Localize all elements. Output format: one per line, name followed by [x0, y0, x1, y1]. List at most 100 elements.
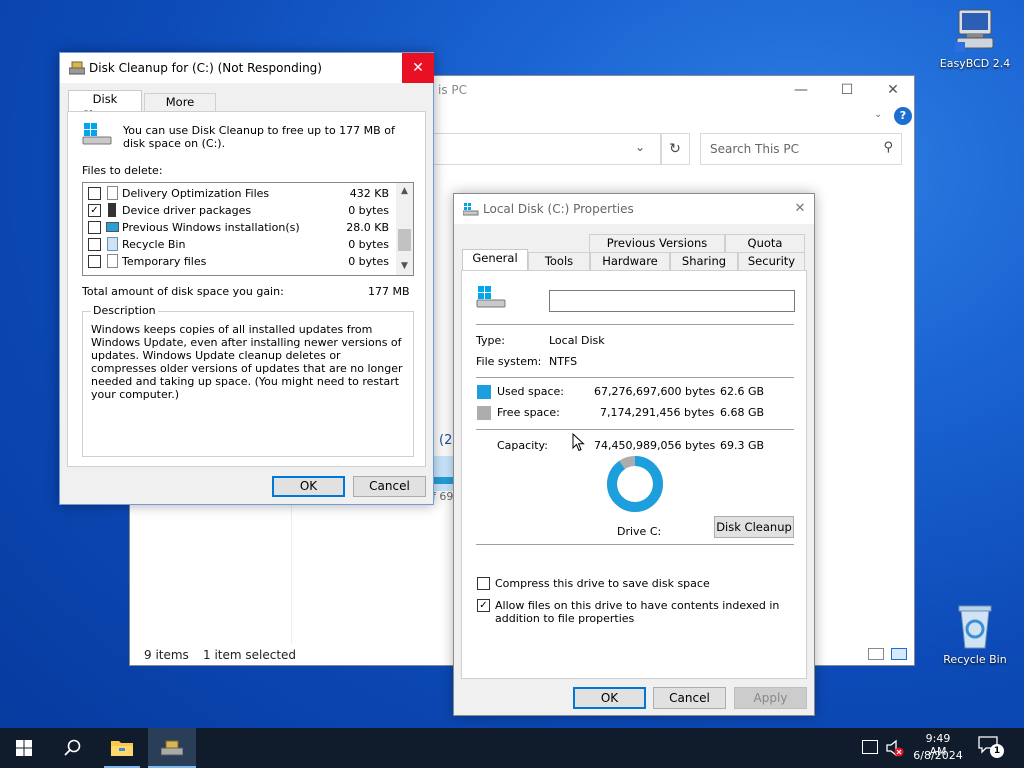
search-icon: ⚲ [883, 140, 893, 155]
list-item[interactable]: Temporary files 0 bytes [83, 253, 395, 270]
large-icons-view-icon[interactable] [891, 648, 907, 660]
volume-muted-icon[interactable] [886, 739, 904, 757]
help-icon[interactable]: ? [894, 107, 912, 125]
taskbar-file-explorer[interactable] [98, 728, 146, 768]
list-item[interactable]: Previous Windows installation(s) 28.0 KB [83, 219, 395, 236]
description-text: Windows keeps copies of all installed up… [91, 323, 403, 401]
tab-general[interactable]: General [462, 249, 528, 271]
drive-name-input[interactable] [549, 290, 795, 312]
total-label: Total amount of disk space you gain: [82, 285, 284, 298]
index-checkbox[interactable]: ✓ [477, 599, 490, 612]
tab-tools[interactable]: Tools [528, 252, 590, 270]
apply-button[interactable]: Apply [734, 687, 807, 709]
tab-disk-cleanup[interactable]: Disk Cleanup [68, 90, 142, 122]
taskbar-disk-cleanup[interactable] [148, 728, 196, 768]
notification-badge: 1 [990, 744, 1004, 758]
divider [476, 429, 794, 430]
file-name: Temporary files [122, 255, 207, 268]
list-item[interactable]: ✓ Device driver packages 0 bytes [83, 202, 395, 219]
drive-icon [476, 286, 506, 308]
compress-checkbox[interactable] [477, 577, 490, 590]
free-label: Free space: [497, 406, 560, 419]
tab-hardware[interactable]: Hardware [590, 252, 670, 270]
search-placeholder: Search This PC [710, 142, 799, 156]
description-title: Description [91, 304, 158, 317]
tab-label: Quota [747, 236, 783, 250]
drive-title-icon [463, 203, 479, 216]
checkbox[interactable] [88, 221, 101, 234]
folder-icon [111, 741, 133, 756]
status-selection: 1 item selected [203, 648, 297, 662]
tab-quota[interactable]: Quota [725, 234, 805, 252]
disk-cleanup-icon [69, 61, 85, 75]
details-view-icon[interactable] [868, 648, 884, 660]
search-button[interactable] [48, 728, 96, 768]
capacity-label: Capacity: [497, 439, 548, 452]
ok-button[interactable]: OK [272, 476, 345, 497]
disk-cleanup-dialog: Disk Cleanup for (C:) (Not Responding) ✕… [59, 52, 434, 505]
file-name: Delivery Optimization Files [122, 187, 270, 200]
recycle-bin-icon [958, 605, 992, 649]
list-item[interactable]: Delivery Optimization Files 432 KB [83, 185, 395, 202]
cancel-button[interactable]: Cancel [653, 687, 726, 709]
free-color-swatch [477, 406, 491, 420]
checkbox[interactable] [88, 187, 101, 200]
checkbox-checked[interactable]: ✓ [88, 204, 101, 217]
scroll-down-icon[interactable]: ▼ [396, 258, 413, 275]
explorer-title-fragment: is PC [438, 83, 468, 97]
disk-cleanup-button[interactable]: Disk Cleanup [714, 516, 794, 538]
list-scrollbar[interactable]: ▲ ▼ [396, 183, 413, 275]
used-bytes: 67,276,697,600 bytes [594, 385, 716, 398]
clock-date[interactable]: 6/8/2024 [913, 749, 963, 762]
disk-cleanup-label: Disk Cleanup [716, 520, 792, 534]
search-icon [64, 739, 81, 756]
start-button[interactable] [0, 728, 48, 768]
checkbox[interactable] [88, 255, 101, 268]
status-item-count: 9 items [144, 648, 189, 662]
address-bar[interactable] [430, 133, 662, 165]
drive-label: Drive C: [617, 525, 662, 538]
network-icon[interactable] [862, 740, 878, 754]
tab-previous-versions[interactable]: Previous Versions [589, 234, 725, 252]
tab-more-options[interactable]: More Options [144, 93, 216, 125]
minimize-button[interactable]: — [778, 76, 824, 104]
recycle-bin-icon [107, 237, 118, 251]
type-label: Type: [476, 334, 505, 347]
dialog-title: Disk Cleanup for (C:) (Not Responding) [89, 61, 322, 75]
close-button[interactable]: ✕ [402, 53, 434, 83]
ok-label: OK [299, 479, 318, 493]
maximize-button[interactable]: ☐ [824, 76, 870, 104]
search-box[interactable]: Search This PC ⚲ [700, 133, 902, 165]
used-gb: 62.6 GB [720, 385, 765, 398]
checkbox[interactable] [88, 238, 101, 251]
drive-text-fragment: f 69 [432, 490, 454, 503]
tab-sharing[interactable]: Sharing [670, 252, 738, 270]
files-list[interactable]: Delivery Optimization Files 432 KB ✓ Dev… [82, 182, 414, 276]
ok-button[interactable]: OK [573, 687, 646, 709]
desktop-icon-easybcd[interactable]: EasyBCD 2.4 [937, 8, 1013, 70]
cancel-button[interactable]: Cancel [353, 476, 426, 497]
close-button[interactable]: ✕ [786, 194, 814, 224]
windows-logo-icon [16, 740, 32, 756]
free-gb: 6.68 GB [720, 406, 765, 419]
scroll-thumb[interactable] [398, 229, 411, 251]
address-dropdown-icon[interactable]: ⌄ [635, 140, 645, 154]
chevron-down-icon[interactable]: ⌄ [874, 109, 882, 120]
tab-security[interactable]: Security [738, 252, 805, 270]
scroll-up-icon[interactable]: ▲ [396, 183, 413, 200]
description-group: Description Windows keeps copies of all … [82, 304, 414, 457]
refresh-button[interactable]: ↻ [660, 133, 690, 165]
free-bytes: 7,174,291,456 bytes [600, 406, 715, 419]
list-item[interactable]: Recycle Bin 0 bytes [83, 236, 395, 253]
tab-panel: You can use Disk Cleanup to free up to 1… [67, 111, 426, 467]
notification-button[interactable]: 1 [978, 736, 1008, 760]
capacity-gb: 69.3 GB [720, 439, 765, 452]
donut-used-ring [607, 456, 663, 512]
used-label: Used space: [497, 385, 565, 398]
close-button[interactable]: ✕ [870, 76, 916, 104]
file-size: 0 bytes [348, 204, 389, 217]
desktop-icon-recycle-bin[interactable]: Recycle Bin [937, 602, 1013, 666]
tab-label: General [472, 251, 518, 265]
driver-icon [108, 203, 116, 217]
used-color-swatch [477, 385, 491, 399]
